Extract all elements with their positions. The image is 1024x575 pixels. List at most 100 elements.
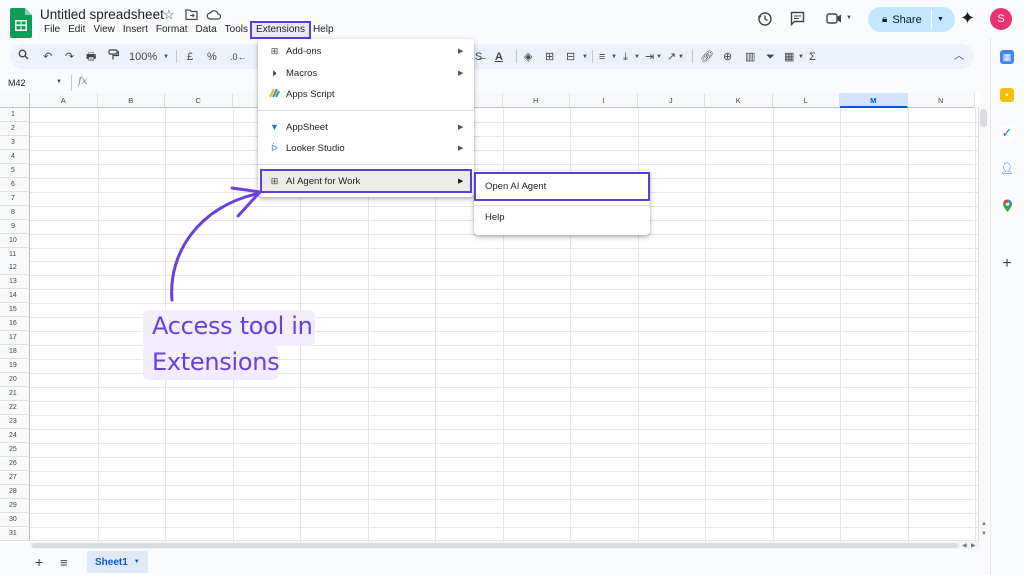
scroll-down-arrow-icon[interactable]: ▼ — [981, 531, 987, 537]
horizontal-scroll-thumb[interactable] — [32, 543, 958, 548]
row-header-2[interactable]: 2 — [0, 121, 30, 136]
menu-item-appsheet[interactable]: ▼ AppSheet ▶ — [258, 117, 474, 137]
row-header-7[interactable]: 7 — [0, 191, 30, 206]
text-color-icon[interactable]: A — [495, 49, 503, 65]
meet-video-icon[interactable] — [826, 13, 842, 24]
insert-link-icon[interactable]: 🔗︎ — [700, 49, 714, 65]
maps-icon[interactable] — [1000, 199, 1014, 213]
column-header-i[interactable]: I — [570, 93, 638, 108]
menu-item-add-ons[interactable]: ⊞ Add-ons ▶ — [258, 41, 474, 61]
avatar[interactable]: S — [990, 8, 1012, 30]
text-rotation-icon[interactable]: ↗ — [667, 49, 676, 65]
name-box[interactable]: M42 — [8, 78, 26, 88]
move-folder-icon[interactable] — [185, 9, 198, 20]
menu-item-macros[interactable]: ⏵︎ Macros ▶ — [258, 63, 474, 83]
tasks-icon[interactable]: ✓ — [1000, 126, 1014, 140]
menu-data[interactable]: Data — [192, 23, 221, 37]
insert-comment-icon[interactable]: ⊕ — [723, 49, 732, 65]
zoom-dropdown-icon[interactable]: ▼ — [163, 49, 169, 65]
print-icon[interactable]: 🖶︎ — [86, 49, 96, 65]
contacts-icon[interactable]: 👤︎ — [1000, 162, 1014, 176]
comments-icon[interactable] — [790, 11, 805, 26]
menu-view[interactable]: View — [89, 23, 119, 37]
borders-icon[interactable]: ⊞ — [545, 49, 554, 65]
menu-item-looker-studio[interactable]: ᐆ Looker Studio ▶ — [258, 138, 474, 158]
row-header-18[interactable]: 18 — [0, 345, 30, 360]
row-header-8[interactable]: 8 — [0, 205, 30, 220]
zoom-select[interactable]: 100% — [129, 49, 157, 65]
column-header-h[interactable]: H — [502, 93, 570, 108]
merge-cells-icon[interactable]: ⊟ — [566, 49, 575, 65]
horizontal-align-icon[interactable]: ≡ — [599, 49, 605, 65]
row-header-17[interactable]: 17 — [0, 331, 30, 346]
functions-button[interactable]: Σ — [809, 49, 816, 65]
keep-icon[interactable]: • — [1000, 88, 1014, 102]
collapse-toolbar-icon[interactable]: ︿ — [954, 49, 964, 65]
menu-format[interactable]: Format — [152, 23, 192, 37]
menu-item-open-ai-agent[interactable]: Open AI Agent — [474, 172, 650, 201]
row-header-1[interactable]: 1 — [0, 108, 30, 122]
row-header-19[interactable]: 19 — [0, 359, 30, 374]
row-header-6[interactable]: 6 — [0, 177, 30, 192]
insert-chart-icon[interactable]: ▥ — [745, 49, 755, 65]
decrease-decimal-icon[interactable]: .0← — [230, 49, 247, 65]
row-header-23[interactable]: 23 — [0, 414, 30, 429]
star-icon[interactable]: ☆ — [163, 7, 175, 23]
row-header-29[interactable]: 29 — [0, 498, 30, 513]
column-header-c[interactable]: C — [165, 93, 233, 108]
column-header-m[interactable]: M — [840, 93, 908, 108]
strikethrough-icon[interactable]: S̶ — [475, 49, 482, 65]
redo-icon[interactable]: ↷ — [65, 49, 74, 65]
vertical-scrollbar[interactable] — [978, 107, 989, 543]
version-history-icon[interactable] — [757, 11, 772, 26]
row-header-22[interactable]: 22 — [0, 400, 30, 415]
menu-item-apps-script[interactable]: Apps Script — [258, 84, 474, 104]
gemini-sparkle-icon[interactable]: ✦ — [960, 8, 975, 29]
text-wrapping-icon[interactable]: ⇥ — [645, 49, 654, 65]
row-header-14[interactable]: 14 — [0, 289, 30, 304]
sheet-tab-dropdown-icon[interactable]: ▼ — [134, 559, 140, 565]
row-header-25[interactable]: 25 — [0, 442, 30, 457]
row-header-9[interactable]: 9 — [0, 219, 30, 234]
scroll-right-arrow-icon[interactable]: ▶ — [971, 542, 976, 549]
row-header-12[interactable]: 12 — [0, 261, 30, 276]
menu-help[interactable]: Help — [309, 23, 338, 37]
row-header-24[interactable]: 24 — [0, 428, 30, 443]
paint-format-icon[interactable] — [108, 49, 120, 65]
filter-icon[interactable]: ⏷ — [766, 49, 775, 65]
row-header-13[interactable]: 13 — [0, 275, 30, 290]
menu-insert[interactable]: Insert — [119, 23, 152, 37]
h-align-dropdown-icon[interactable]: ▼ — [611, 49, 617, 65]
name-box-dropdown-icon[interactable]: ▼ — [56, 79, 62, 85]
select-all-corner[interactable] — [0, 93, 30, 108]
row-header-4[interactable]: 4 — [0, 149, 30, 164]
row-header-3[interactable]: 3 — [0, 135, 30, 150]
menu-edit[interactable]: Edit — [64, 23, 89, 37]
share-button[interactable]: 🔒︎ Share ▼ — [868, 7, 955, 32]
column-header-a[interactable]: A — [30, 93, 98, 108]
row-header-16[interactable]: 16 — [0, 317, 30, 332]
row-header-21[interactable]: 21 — [0, 387, 30, 401]
format-currency-button[interactable]: £ — [187, 49, 193, 65]
sheet-tab[interactable]: Sheet1 ▼ — [87, 551, 148, 573]
vertical-align-icon[interactable]: ⤓ — [623, 49, 628, 65]
cloud-status-icon[interactable] — [206, 9, 221, 20]
get-addons-icon[interactable]: + — [1000, 256, 1014, 272]
row-header-5[interactable]: 5 — [0, 163, 30, 178]
all-sheets-icon[interactable]: ≡ — [60, 555, 68, 570]
menu-tools[interactable]: Tools — [221, 23, 252, 37]
scroll-left-arrow-icon[interactable]: ◀ — [962, 542, 967, 549]
column-header-j[interactable]: J — [637, 93, 705, 108]
row-header-28[interactable]: 28 — [0, 484, 30, 499]
search-menus-icon[interactable] — [18, 49, 29, 65]
meet-dropdown-icon[interactable]: ▼ — [846, 15, 852, 21]
menu-extensions[interactable]: Extensions — [250, 21, 311, 39]
document-title[interactable]: Untitled spreadsheet — [40, 7, 164, 22]
column-header-n[interactable]: N — [907, 93, 975, 108]
column-header-l[interactable]: L — [772, 93, 840, 108]
fill-color-icon[interactable]: ◈ — [524, 49, 532, 65]
v-align-dropdown-icon[interactable]: ▼ — [634, 49, 640, 65]
column-header-b[interactable]: B — [97, 93, 165, 108]
menu-item-ai-agent-for-work[interactable]: ⊞ AI Agent for Work ▶ — [260, 169, 472, 193]
menu-file[interactable]: File — [40, 23, 64, 37]
